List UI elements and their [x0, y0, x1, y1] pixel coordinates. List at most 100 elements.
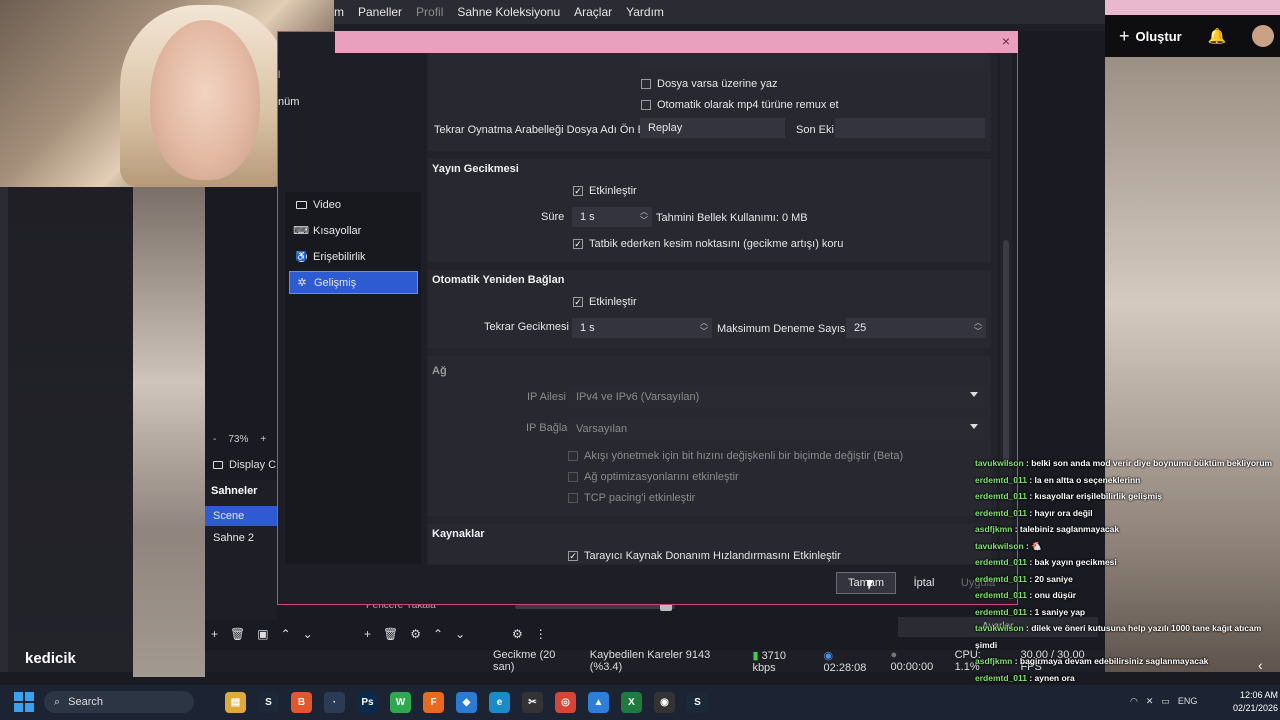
audio-mixer-bar[interactable]: [515, 605, 675, 609]
dynamic-bitrate-row[interactable]: Akışı yönetmek için bit hızını değişkenl…: [568, 450, 903, 462]
reconnect-enable-row[interactable]: ✓ Etkinleştir: [573, 296, 637, 308]
tcp-pacing-row[interactable]: TCP pacing'i etkinleştir: [568, 492, 695, 504]
filename-format-input[interactable]: [640, 55, 985, 69]
suffix-input[interactable]: [835, 118, 985, 138]
duration-spinbox[interactable]: 1 s ︿ ﹀: [572, 207, 652, 227]
preserve-checkbox[interactable]: ✓: [573, 239, 583, 249]
wechat-icon[interactable]: W: [390, 692, 411, 713]
vscode-icon[interactable]: ◆: [456, 692, 477, 713]
wifi-icon[interactable]: ◠: [1130, 696, 1138, 707]
gear-icon[interactable]: ⚙: [410, 627, 421, 641]
file-explorer-icon[interactable]: ▤: [225, 692, 246, 713]
nav-erisebilirlik[interactable]: ♿ Erişebilirlik: [289, 245, 418, 268]
remove-scene-icon[interactable]: 🗑: [230, 627, 245, 641]
filter-icon[interactable]: ▣: [257, 627, 268, 641]
chevron-left-icon[interactable]: ‹: [1258, 657, 1263, 673]
create-button[interactable]: + Oluştur: [1119, 26, 1182, 47]
capcut-icon[interactable]: ✂: [522, 692, 543, 713]
more-icon[interactable]: ⋮: [535, 627, 547, 641]
replay-prefix-input[interactable]: Replay: [640, 118, 785, 138]
bind-ip-select[interactable]: Varsayılan: [568, 418, 986, 440]
tcp-pacing-checkbox[interactable]: [568, 493, 578, 503]
overwrite-checkbox[interactable]: [641, 79, 651, 89]
remux-row[interactable]: Otomatik olarak mp4 türüne remux et: [641, 99, 839, 111]
windows-start-icon[interactable]: [14, 692, 34, 712]
steam2-icon[interactable]: S: [687, 692, 708, 713]
taskbar-search[interactable]: ⌕ Search: [44, 691, 194, 713]
optimizations-label: Ağ optimizasyonlarını etkinleştir: [584, 471, 739, 483]
photos-icon[interactable]: ▲: [588, 692, 609, 713]
avatar[interactable]: [1252, 25, 1275, 47]
ip-family-select[interactable]: IPv4 ve IPv6 (Varsayılan): [568, 386, 986, 408]
obs-icon[interactable]: ◉: [654, 692, 675, 713]
nav-gelismis[interactable]: ✲ Gelişmiş: [289, 271, 418, 294]
monitor-icon: [213, 461, 223, 469]
battery-icon[interactable]: ▭: [1161, 696, 1170, 707]
photoshop-icon[interactable]: Ps: [357, 692, 378, 713]
menu-item-partial[interactable]: m: [334, 5, 344, 19]
overwrite-row[interactable]: Dosya varsa üzerine yaz: [641, 78, 777, 90]
max-retries-spinbox[interactable]: 25 ︿ ﹀: [846, 318, 986, 338]
menu-item-profil[interactable]: Profil: [416, 5, 443, 19]
search-label: Search: [68, 696, 104, 708]
chrome-icon[interactable]: ◎: [555, 692, 576, 713]
app-icon[interactable]: ·: [324, 692, 345, 713]
chat-overlay: tavukwilson : belki son anda mod verir d…: [975, 455, 1280, 683]
menu-item-yardim[interactable]: Yardım: [626, 5, 664, 19]
steam-icon[interactable]: S: [258, 692, 279, 713]
content-scrollbar-thumb[interactable]: [1003, 240, 1009, 465]
menu-item-araclar[interactable]: Araçlar: [574, 5, 612, 19]
section-recording: Dosya varsa üzerine yaz Otomatik olarak …: [428, 53, 991, 151]
optimizations-row[interactable]: Ağ optimizasyonlarını etkinleştir: [568, 471, 739, 483]
source-up-icon[interactable]: ⌃: [433, 627, 443, 641]
spinner-arrows-icon[interactable]: ︿ ﹀: [700, 318, 708, 336]
language-indicator[interactable]: ENG: [1178, 696, 1198, 707]
move-up-icon[interactable]: ⌃: [281, 627, 291, 641]
spinner-arrows-icon[interactable]: ︿ ﹀: [974, 318, 982, 336]
add-scene-icon[interactable]: +: [211, 627, 218, 641]
remux-checkbox[interactable]: [641, 100, 651, 110]
browser-hw-accel-checkbox[interactable]: ✓: [568, 551, 578, 561]
retry-delay-spinbox[interactable]: 1 s ︿ ﹀: [572, 318, 712, 338]
preserve-row[interactable]: ✓ Tatbik ederken kesim noktasını (gecikm…: [573, 238, 843, 250]
zoom-in-button[interactable]: +: [260, 434, 266, 445]
stream-delay-enable-row[interactable]: ✓ Etkinleştir: [573, 185, 637, 197]
taskbar-clock[interactable]: 12:06 AM 02/21/2026: [1220, 689, 1278, 715]
blurred-video-strip: [133, 187, 205, 677]
nav-video[interactable]: Video: [289, 193, 418, 216]
sources-title: Kaynaklar: [432, 528, 485, 540]
live-icon: ◉: [823, 649, 834, 662]
close-icon[interactable]: ×: [998, 33, 1014, 49]
scene-item-scene[interactable]: Scene: [205, 506, 277, 526]
mixer-gear-icon[interactable]: ⚙: [512, 627, 523, 641]
add-source-icon[interactable]: +: [364, 627, 371, 641]
mute-icon[interactable]: ✕: [1146, 696, 1154, 707]
scene-item-sahne-2[interactable]: Sahne 2: [205, 528, 277, 548]
edge-icon[interactable]: e: [489, 692, 510, 713]
optimizations-checkbox[interactable]: [568, 472, 578, 482]
remove-source-icon[interactable]: 🗑: [383, 627, 398, 641]
move-down-icon[interactable]: ⌄: [303, 627, 313, 641]
chat-message: tavukwilson : 🐔: [975, 540, 1042, 551]
source-down-icon[interactable]: ⌄: [455, 627, 465, 641]
firefox-icon[interactable]: F: [423, 692, 444, 713]
excel-icon[interactable]: X: [621, 692, 642, 713]
nav-label: Gelişmiş: [314, 276, 357, 289]
brave-icon[interactable]: B: [291, 692, 312, 713]
nav-partial-2[interactable]: nüm: [278, 96, 299, 108]
spinner-arrows-icon[interactable]: ︿ ﹀: [640, 207, 648, 225]
menu-item-sahne-koleksiyonu[interactable]: Sahne Koleksiyonu: [457, 5, 560, 19]
preview-zoom: - 73% +: [205, 430, 275, 448]
ok-button[interactable]: Tamam: [836, 572, 896, 594]
bell-icon[interactable]: 🔔: [1208, 27, 1227, 45]
cancel-button[interactable]: İptal: [903, 572, 945, 594]
zoom-out-button[interactable]: -: [213, 434, 216, 445]
reconnect-enable-checkbox[interactable]: ✓: [573, 297, 583, 307]
chat-message: erdemtd_011 : onu düşür: [975, 590, 1077, 600]
nav-kisayollar[interactable]: ⌨ Kısayollar: [289, 219, 418, 242]
stream-delay-enable-checkbox[interactable]: ✓: [573, 186, 583, 196]
menu-item-paneller[interactable]: Paneller: [358, 5, 402, 19]
browser-hw-accel-row[interactable]: ✓ Tarayıcı Kaynak Donanım Hızlandırmasın…: [568, 550, 841, 562]
dynamic-bitrate-checkbox[interactable]: [568, 451, 578, 461]
source-display-capture[interactable]: Display C: [205, 455, 277, 475]
